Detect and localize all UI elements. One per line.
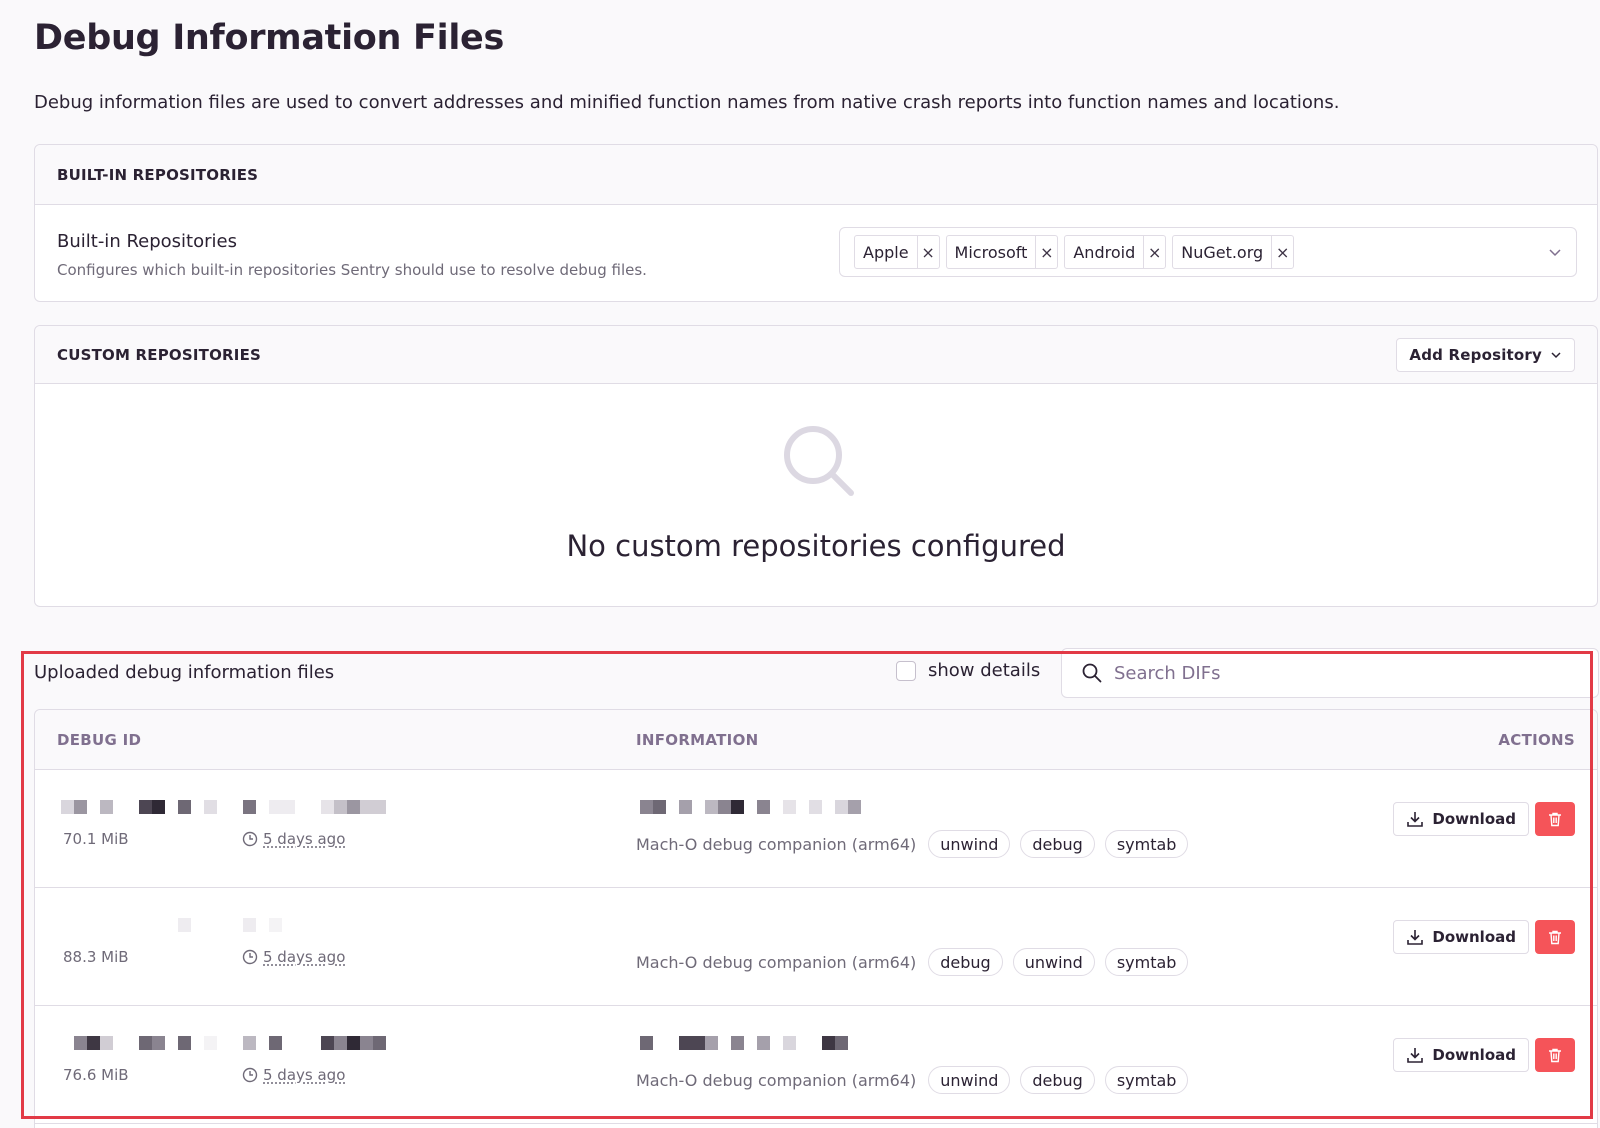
download-icon xyxy=(1407,930,1424,945)
remove-chip-icon[interactable]: × xyxy=(916,236,939,268)
download-button[interactable]: Download xyxy=(1393,1038,1529,1072)
file-size: 88.3 MiB xyxy=(63,948,129,966)
feature-tag: debug xyxy=(928,948,1003,976)
uploaded-time-text: 5 days ago xyxy=(263,948,346,966)
add-repository-button[interactable]: Add Repository xyxy=(1396,337,1575,372)
feature-tag: unwind xyxy=(928,830,1011,858)
file-kind: Mach-O debug companion (arm64) xyxy=(636,834,917,854)
download-label: Download xyxy=(1432,928,1516,946)
clock-icon xyxy=(242,831,258,847)
search-icon xyxy=(784,426,854,496)
row-actions: Download xyxy=(1393,920,1575,954)
custom-repositories-empty-state: No custom repositories configured xyxy=(35,384,1597,606)
show-details-toggle[interactable]: show details xyxy=(896,660,1040,681)
custom-repositories-header: CUSTOM REPOSITORIES Add Repository xyxy=(35,326,1597,384)
repo-chip-android: Android × xyxy=(1064,235,1167,269)
dif-table: DEBUG ID INFORMATION ACTIONS 70.1 MiB 5 … xyxy=(34,709,1598,1128)
builtin-repositories-header: BUILT-IN REPOSITORIES xyxy=(35,145,1597,205)
download-icon xyxy=(1407,812,1424,827)
add-repository-label: Add Repository xyxy=(1409,345,1542,364)
repo-chip-nuget: NuGet.org × xyxy=(1172,235,1295,269)
trash-icon xyxy=(1549,930,1561,945)
download-button[interactable]: Download xyxy=(1393,920,1529,954)
delete-button[interactable] xyxy=(1535,1038,1575,1072)
column-actions: ACTIONS xyxy=(1498,731,1575,749)
file-size: 70.1 MiB xyxy=(63,830,129,848)
table-row: 76.6 MiB 5 days ago Mach-O debug compani… xyxy=(35,1006,1597,1124)
redacted-file-name xyxy=(640,800,861,814)
file-kind: Mach-O debug companion (arm64) xyxy=(636,952,917,972)
uploaded-time-text: 5 days ago xyxy=(263,1066,346,1084)
redacted-debug-id xyxy=(61,800,386,814)
search-difs-box[interactable] xyxy=(1061,648,1599,698)
delete-button[interactable] xyxy=(1535,802,1575,836)
file-info: Mach-O debug companion (arm64) unwind de… xyxy=(636,830,1189,858)
column-information: INFORMATION xyxy=(636,731,759,749)
page-title: Debug Information Files xyxy=(34,18,505,58)
file-kind: Mach-O debug companion (arm64) xyxy=(636,1070,917,1090)
table-row: 70.1 MiB 5 days ago Mach-O debug compani… xyxy=(35,770,1597,888)
trash-icon xyxy=(1549,1048,1561,1063)
redacted-debug-id xyxy=(61,1036,386,1050)
file-size: 76.6 MiB xyxy=(63,1066,129,1084)
redacted-file-name xyxy=(640,1036,848,1050)
remove-chip-icon[interactable]: × xyxy=(1143,236,1165,268)
uploaded-time: 5 days ago xyxy=(242,948,345,966)
download-label: Download xyxy=(1432,810,1516,828)
feature-tag: unwind xyxy=(1012,948,1095,976)
builtin-repositories-help: Configures which built-in repositories S… xyxy=(57,261,647,279)
file-info: Mach-O debug companion (arm64) unwind de… xyxy=(636,1066,1189,1094)
builtin-repositories-panel: BUILT-IN REPOSITORIES Built-in Repositor… xyxy=(34,144,1598,302)
feature-tag: symtab xyxy=(1104,948,1189,976)
download-icon xyxy=(1407,1048,1424,1063)
custom-repositories-panel: CUSTOM REPOSITORIES Add Repository No cu… xyxy=(34,325,1598,607)
table-row: 88.3 MiB 5 days ago Mach-O debug compani… xyxy=(35,888,1597,1006)
redacted-debug-id xyxy=(61,918,282,932)
chip-label: Android xyxy=(1073,242,1136,262)
empty-state-text: No custom repositories configured xyxy=(566,529,1066,563)
download-button[interactable]: Download xyxy=(1393,802,1529,836)
uploaded-time: 5 days ago xyxy=(242,1066,345,1084)
file-info: Mach-O debug companion (arm64) debug unw… xyxy=(636,948,1189,976)
table-header: DEBUG ID INFORMATION ACTIONS xyxy=(35,710,1597,770)
feature-tag: debug xyxy=(1020,830,1095,858)
uploaded-files-title: Uploaded debug information files xyxy=(34,662,335,683)
row-actions: Download xyxy=(1393,1038,1575,1072)
builtin-repositories-label: Built-in Repositories xyxy=(57,231,237,252)
download-label: Download xyxy=(1432,1046,1516,1064)
feature-tag: symtab xyxy=(1104,830,1189,858)
delete-button[interactable] xyxy=(1535,920,1575,954)
search-difs-input[interactable] xyxy=(1114,662,1554,684)
column-debug-id: DEBUG ID xyxy=(57,731,142,749)
chevron-down-icon xyxy=(1551,351,1561,358)
feature-tag: symtab xyxy=(1104,1066,1189,1094)
show-details-checkbox[interactable] xyxy=(896,660,916,681)
show-details-label: show details xyxy=(928,660,1041,681)
row-actions: Download xyxy=(1393,802,1575,836)
search-icon xyxy=(1082,663,1102,683)
trash-icon xyxy=(1549,812,1561,827)
custom-repositories-title: CUSTOM REPOSITORIES xyxy=(57,345,262,364)
clock-icon xyxy=(242,949,258,965)
remove-chip-icon[interactable]: × xyxy=(1035,236,1057,268)
uploaded-time-text: 5 days ago xyxy=(263,830,346,848)
page-description: Debug information files are used to conv… xyxy=(34,92,1340,113)
feature-tag: unwind xyxy=(928,1066,1011,1094)
chip-label: Microsoft xyxy=(954,242,1028,262)
builtin-repositories-field: Built-in Repositories Configures which b… xyxy=(35,205,1597,301)
clock-icon xyxy=(242,1067,258,1083)
chip-label: NuGet.org xyxy=(1181,242,1264,262)
chip-label: Apple xyxy=(863,242,909,262)
builtin-repositories-select[interactable]: Apple × Microsoft × Android × NuGet.org … xyxy=(839,227,1577,277)
chevron-down-icon[interactable] xyxy=(1548,244,1562,263)
feature-tag: debug xyxy=(1020,1066,1095,1094)
uploaded-time: 5 days ago xyxy=(242,830,345,848)
remove-chip-icon[interactable]: × xyxy=(1271,236,1293,268)
repo-chip-apple: Apple × xyxy=(854,235,940,269)
repo-chip-microsoft: Microsoft × xyxy=(945,235,1059,269)
